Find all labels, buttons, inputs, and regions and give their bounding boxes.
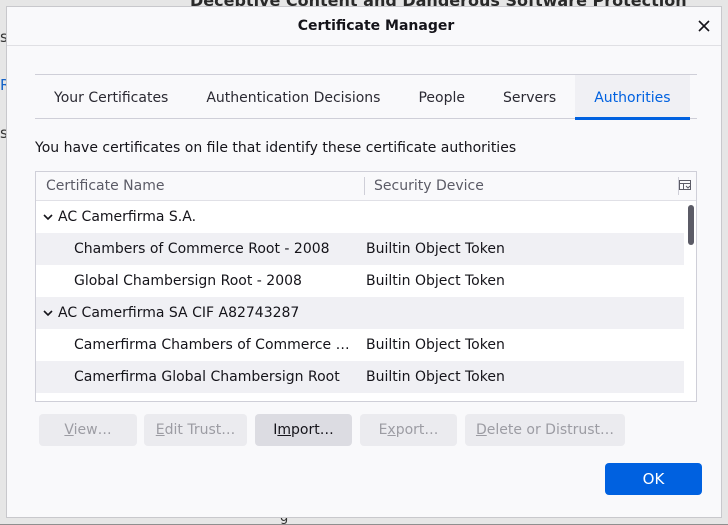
ok-button[interactable]: OK [605, 463, 702, 495]
description-text: You have certificates on file that ident… [35, 140, 517, 156]
delete-accesskey: D [475, 422, 487, 438]
tab-people[interactable]: People [399, 75, 484, 119]
dialog-title: Certificate Manager [297, 18, 455, 34]
tree-row[interactable]: Camerfirma Chambers of Commerce Root Bui… [36, 329, 684, 361]
certificate-name: Camerfirma Global Chambersign Root [74, 369, 340, 385]
tab-servers[interactable]: Servers [484, 75, 575, 119]
certificate-name: Chambers of Commerce Root - 2008 [74, 241, 330, 257]
certificate-name: AC Camerfirma SA CIF A82743287 [58, 305, 300, 321]
tab-bar: Your Certificates Authentication Decisio… [35, 74, 697, 120]
tree-row[interactable]: Global Chambersign Root - 2008 Builtin O… [36, 265, 684, 297]
tree-row-group[interactable]: AC Camerfirma SA CIF A82743287 [36, 297, 684, 329]
export-label: port… [395, 422, 439, 438]
dialog-titlebar: Certificate Manager [7, 7, 721, 46]
tree-header: Certificate Name Security Device [36, 172, 696, 201]
tab-authentication-decisions[interactable]: Authentication Decisions [187, 75, 399, 119]
security-device: Builtin Object Token [366, 337, 505, 353]
security-device: Builtin Object Token [366, 273, 505, 289]
tree-scrollbar[interactable] [688, 205, 694, 245]
certificate-tree[interactable]: Certificate Name Security Device AC Came… [35, 171, 697, 402]
chevron-down-icon[interactable] [42, 307, 54, 319]
edit-trust-label: dit Trust… [164, 422, 236, 438]
column-separator[interactable] [364, 177, 365, 195]
edit-trust-button[interactable]: Edit Trust… [144, 414, 247, 446]
delete-or-distrust-button[interactable]: Delete or Distrust… [465, 414, 625, 446]
security-device: Builtin Object Token [366, 369, 505, 385]
import-label: port… [291, 422, 334, 438]
close-button[interactable] [689, 11, 719, 41]
tab-authorities[interactable]: Authorities [575, 75, 690, 120]
tree-row[interactable]: Chambers of Commerce Root - 2008 Builtin… [36, 233, 684, 265]
certificate-name: Camerfirma Chambers of Commerce Root [74, 337, 358, 353]
tree-row[interactable]: Camerfirma Global Chambersign Root Built… [36, 361, 684, 393]
view-button[interactable]: View… [39, 414, 137, 446]
column-certificate-name[interactable]: Certificate Name [46, 178, 164, 194]
import-accesskey: m [277, 422, 292, 438]
column-picker-icon[interactable] [678, 178, 692, 192]
tree-rows: AC Camerfirma S.A. Chambers of Commerce … [36, 201, 684, 393]
view-accesskey: V [64, 422, 74, 438]
close-icon [698, 20, 710, 32]
tree-row-group[interactable]: AC Camerfirma S.A. [36, 201, 684, 233]
export-accesskey: x [387, 422, 396, 438]
import-button[interactable]: Import… [255, 414, 352, 446]
chevron-down-icon[interactable] [42, 211, 54, 223]
certificate-manager-dialog: Certificate Manager Your Certificates Au… [6, 6, 722, 518]
column-security-device[interactable]: Security Device [374, 178, 484, 194]
tab-your-certificates[interactable]: Your Certificates [35, 75, 187, 119]
certificate-name: AC Camerfirma S.A. [58, 209, 197, 225]
edit-trust-accesskey: E [155, 422, 165, 438]
delete-label: elete or Distrust… [486, 422, 615, 438]
view-label: iew… [73, 422, 112, 438]
security-device: Builtin Object Token [366, 241, 505, 257]
certificate-name: Global Chambersign Root - 2008 [74, 273, 302, 289]
export-button[interactable]: Export… [360, 414, 457, 446]
